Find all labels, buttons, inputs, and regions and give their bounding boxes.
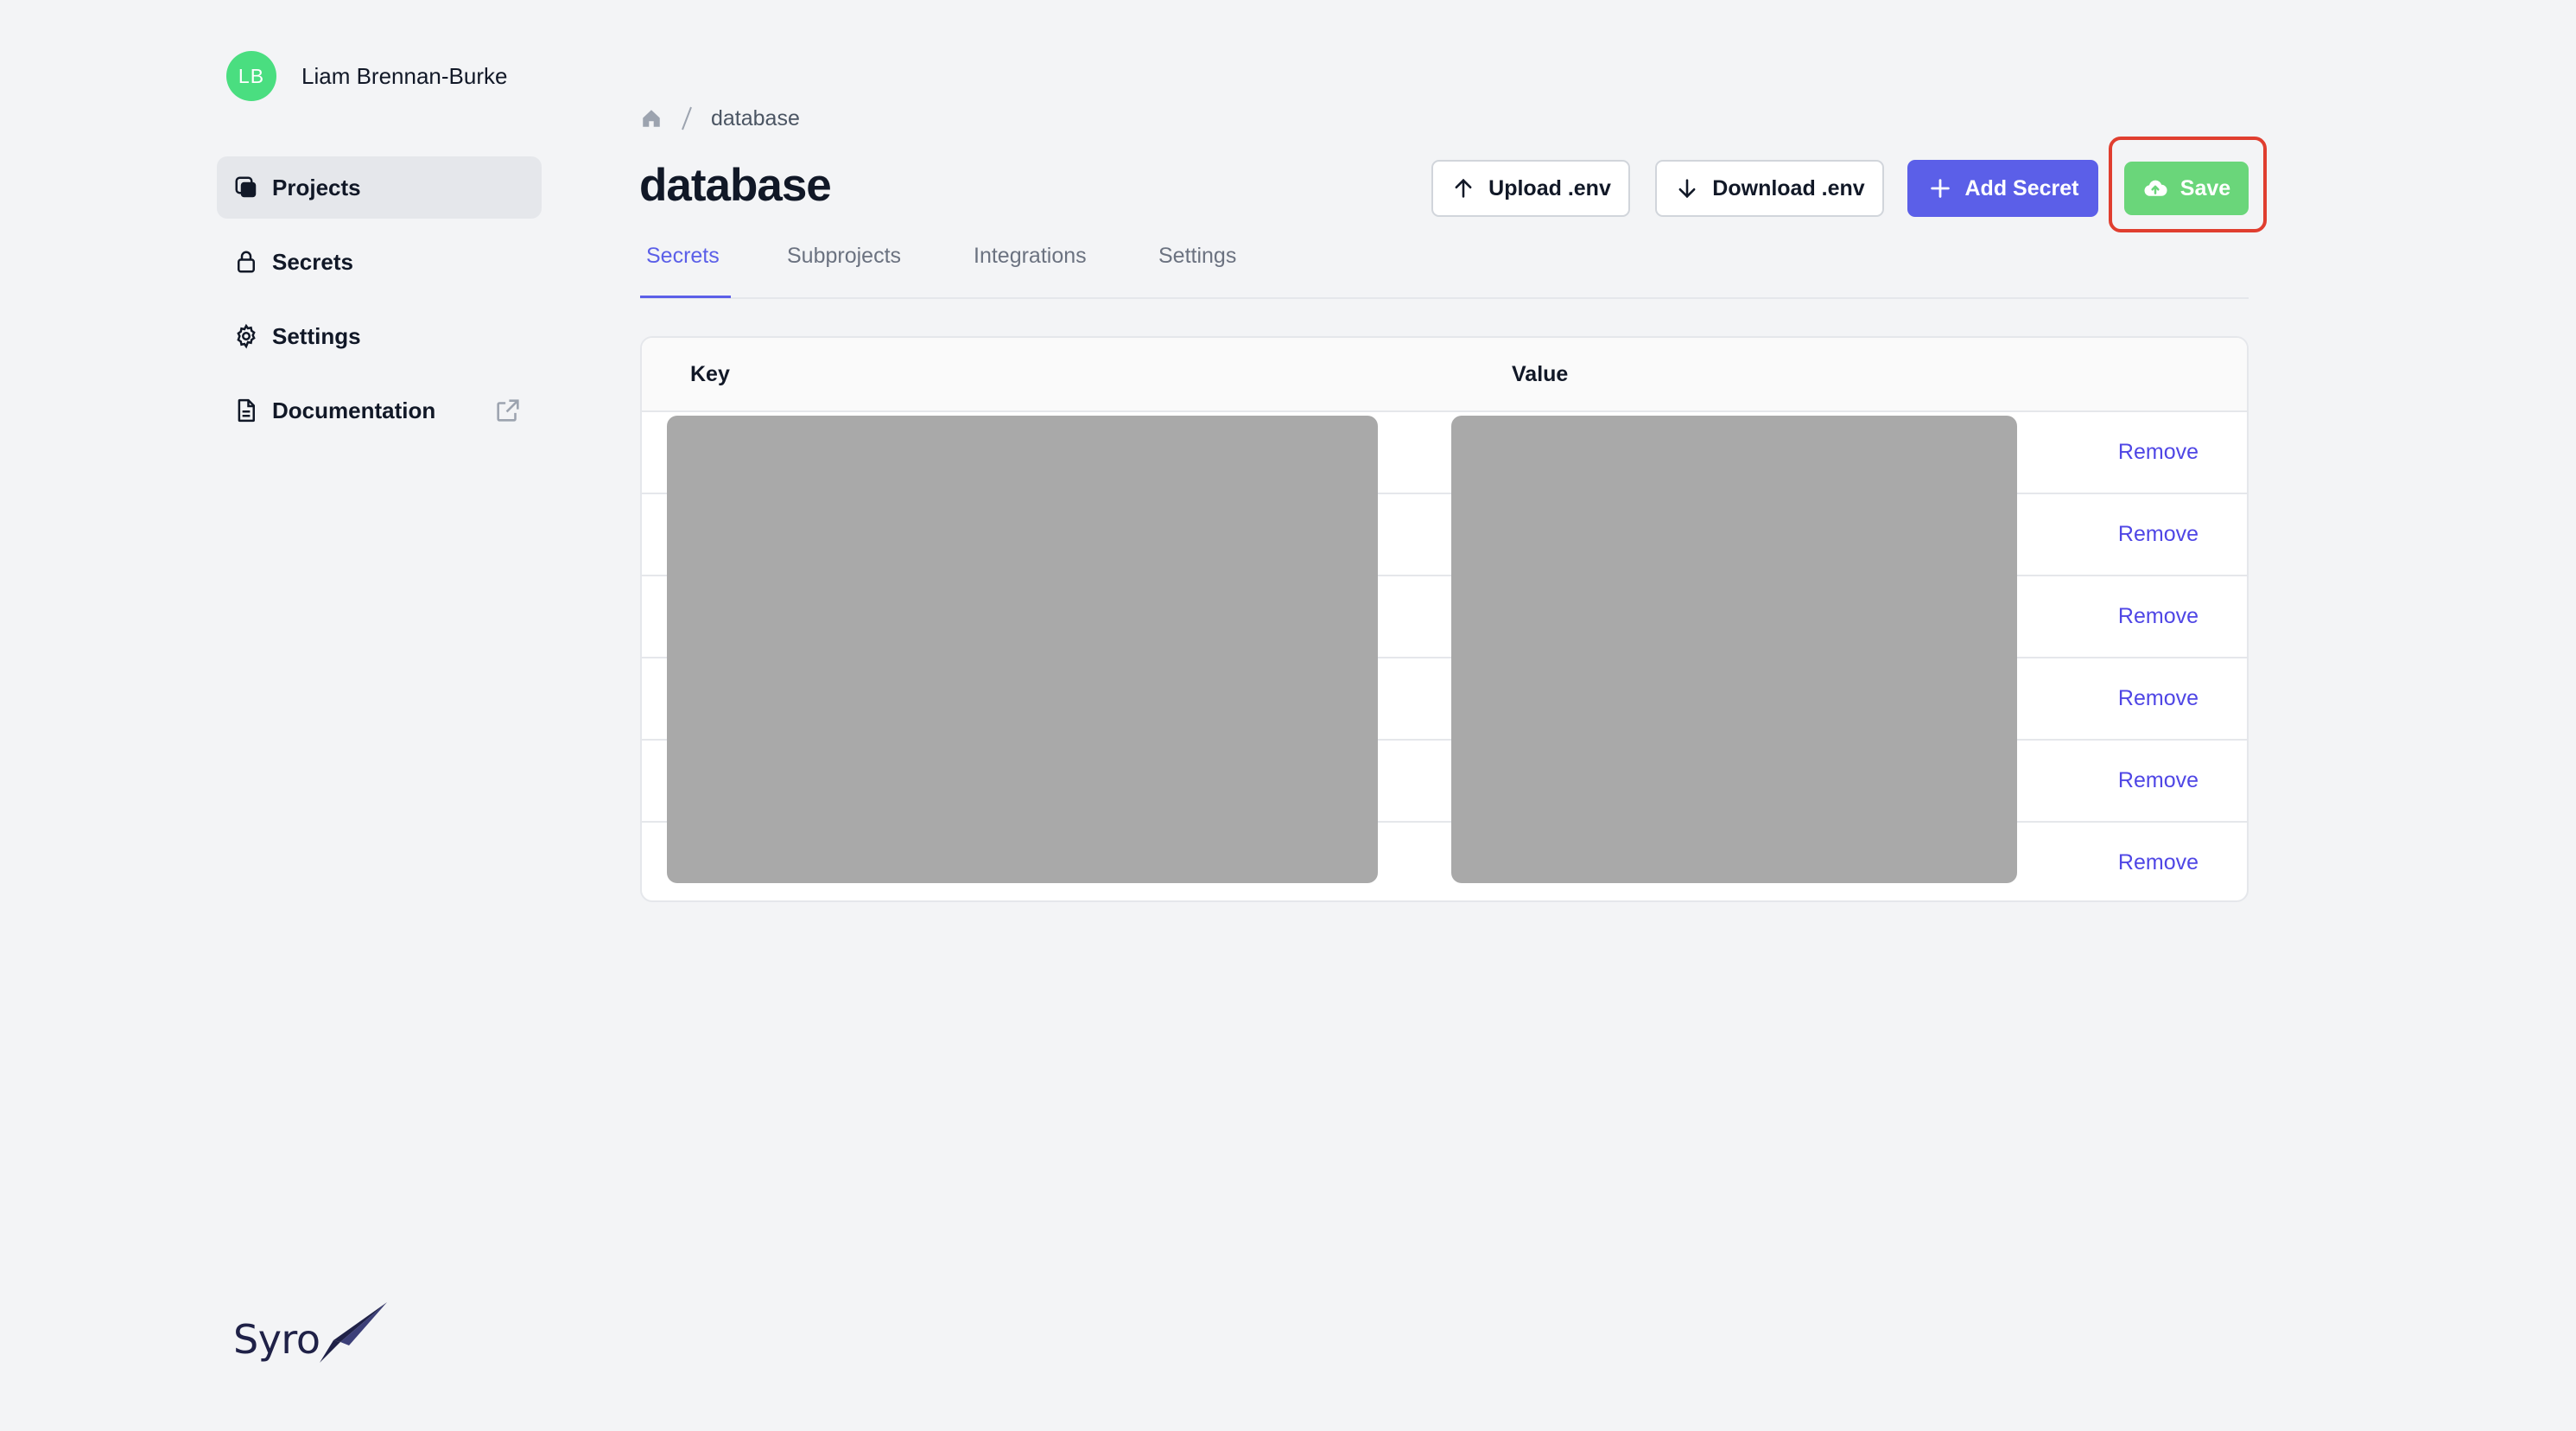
app-root: LB Liam Brennan-Burke Projects Secrets S… bbox=[0, 0, 2576, 1431]
sidebar-item-projects[interactable]: Projects bbox=[217, 156, 542, 219]
active-tab-indicator bbox=[640, 296, 731, 298]
document-icon bbox=[232, 396, 261, 425]
arrow-down-icon bbox=[1674, 175, 1700, 201]
redacted-keys bbox=[667, 416, 1378, 883]
add-secret-label: Add Secret bbox=[1964, 175, 2079, 200]
sidebar-item-label: Projects bbox=[272, 174, 361, 200]
sidebar-item-secrets[interactable]: Secrets bbox=[217, 231, 542, 293]
sidebar-item-label: Settings bbox=[272, 322, 361, 349]
avatar: LB bbox=[226, 51, 276, 101]
cloud-upload-icon bbox=[2142, 175, 2168, 201]
tab-settings[interactable]: Settings bbox=[1158, 244, 1236, 269]
projects-icon bbox=[232, 173, 261, 202]
remove-button[interactable]: Remove bbox=[2118, 522, 2198, 547]
remove-button[interactable]: Remove bbox=[2118, 440, 2198, 465]
tab-secrets[interactable]: Secrets bbox=[646, 244, 720, 269]
tab-integrations[interactable]: Integrations bbox=[974, 244, 1087, 269]
gear-icon bbox=[232, 321, 261, 351]
download-env-label: Download .env bbox=[1712, 175, 1865, 200]
upload-env-label: Upload .env bbox=[1488, 175, 1611, 200]
table-header: Key Value bbox=[642, 338, 2247, 412]
save-button[interactable]: Save bbox=[2124, 162, 2249, 215]
sidebar-item-label: Documentation bbox=[272, 397, 436, 423]
arrow-up-icon bbox=[1450, 175, 1476, 201]
sidebar-item-documentation[interactable]: Documentation bbox=[217, 379, 542, 442]
upload-env-button[interactable]: Upload .env bbox=[1431, 160, 1630, 217]
tab-bar: Secrets Subprojects Integrations Setting… bbox=[640, 233, 2249, 299]
column-header-key: Key bbox=[690, 362, 730, 386]
breadcrumb-separator bbox=[682, 106, 692, 130]
sidebar-item-settings[interactable]: Settings bbox=[217, 305, 542, 367]
logo-text: Syro bbox=[233, 1316, 320, 1363]
redacted-values bbox=[1451, 416, 2017, 883]
plus-icon bbox=[1927, 175, 1953, 201]
secrets-table: Key Value Remove Remove Remove Remove Re… bbox=[640, 336, 2249, 902]
add-secret-button[interactable]: Add Secret bbox=[1907, 160, 2098, 217]
download-env-button[interactable]: Download .env bbox=[1655, 160, 1884, 217]
home-icon[interactable] bbox=[640, 107, 663, 130]
save-label: Save bbox=[2179, 175, 2231, 200]
tab-subprojects[interactable]: Subprojects bbox=[787, 244, 901, 269]
syro-logo: Syro bbox=[233, 1301, 389, 1363]
user-name: Liam Brennan-Burke bbox=[301, 62, 508, 89]
sidebar-item-label: Secrets bbox=[272, 248, 353, 275]
lock-icon bbox=[232, 247, 261, 277]
external-link-icon bbox=[493, 396, 523, 425]
breadcrumb: database bbox=[640, 105, 800, 131]
breadcrumb-current[interactable]: database bbox=[711, 106, 800, 131]
remove-button[interactable]: Remove bbox=[2118, 686, 2198, 711]
user-profile[interactable]: LB Liam Brennan-Burke bbox=[226, 51, 507, 101]
page-title: database bbox=[639, 160, 832, 211]
sidebar-nav: Projects Secrets Settings Documentation bbox=[217, 156, 542, 454]
column-header-value: Value bbox=[1512, 362, 1569, 386]
remove-button[interactable]: Remove bbox=[2118, 768, 2198, 793]
remove-button[interactable]: Remove bbox=[2118, 850, 2198, 875]
logo-mark bbox=[320, 1302, 388, 1363]
remove-button[interactable]: Remove bbox=[2118, 604, 2198, 629]
